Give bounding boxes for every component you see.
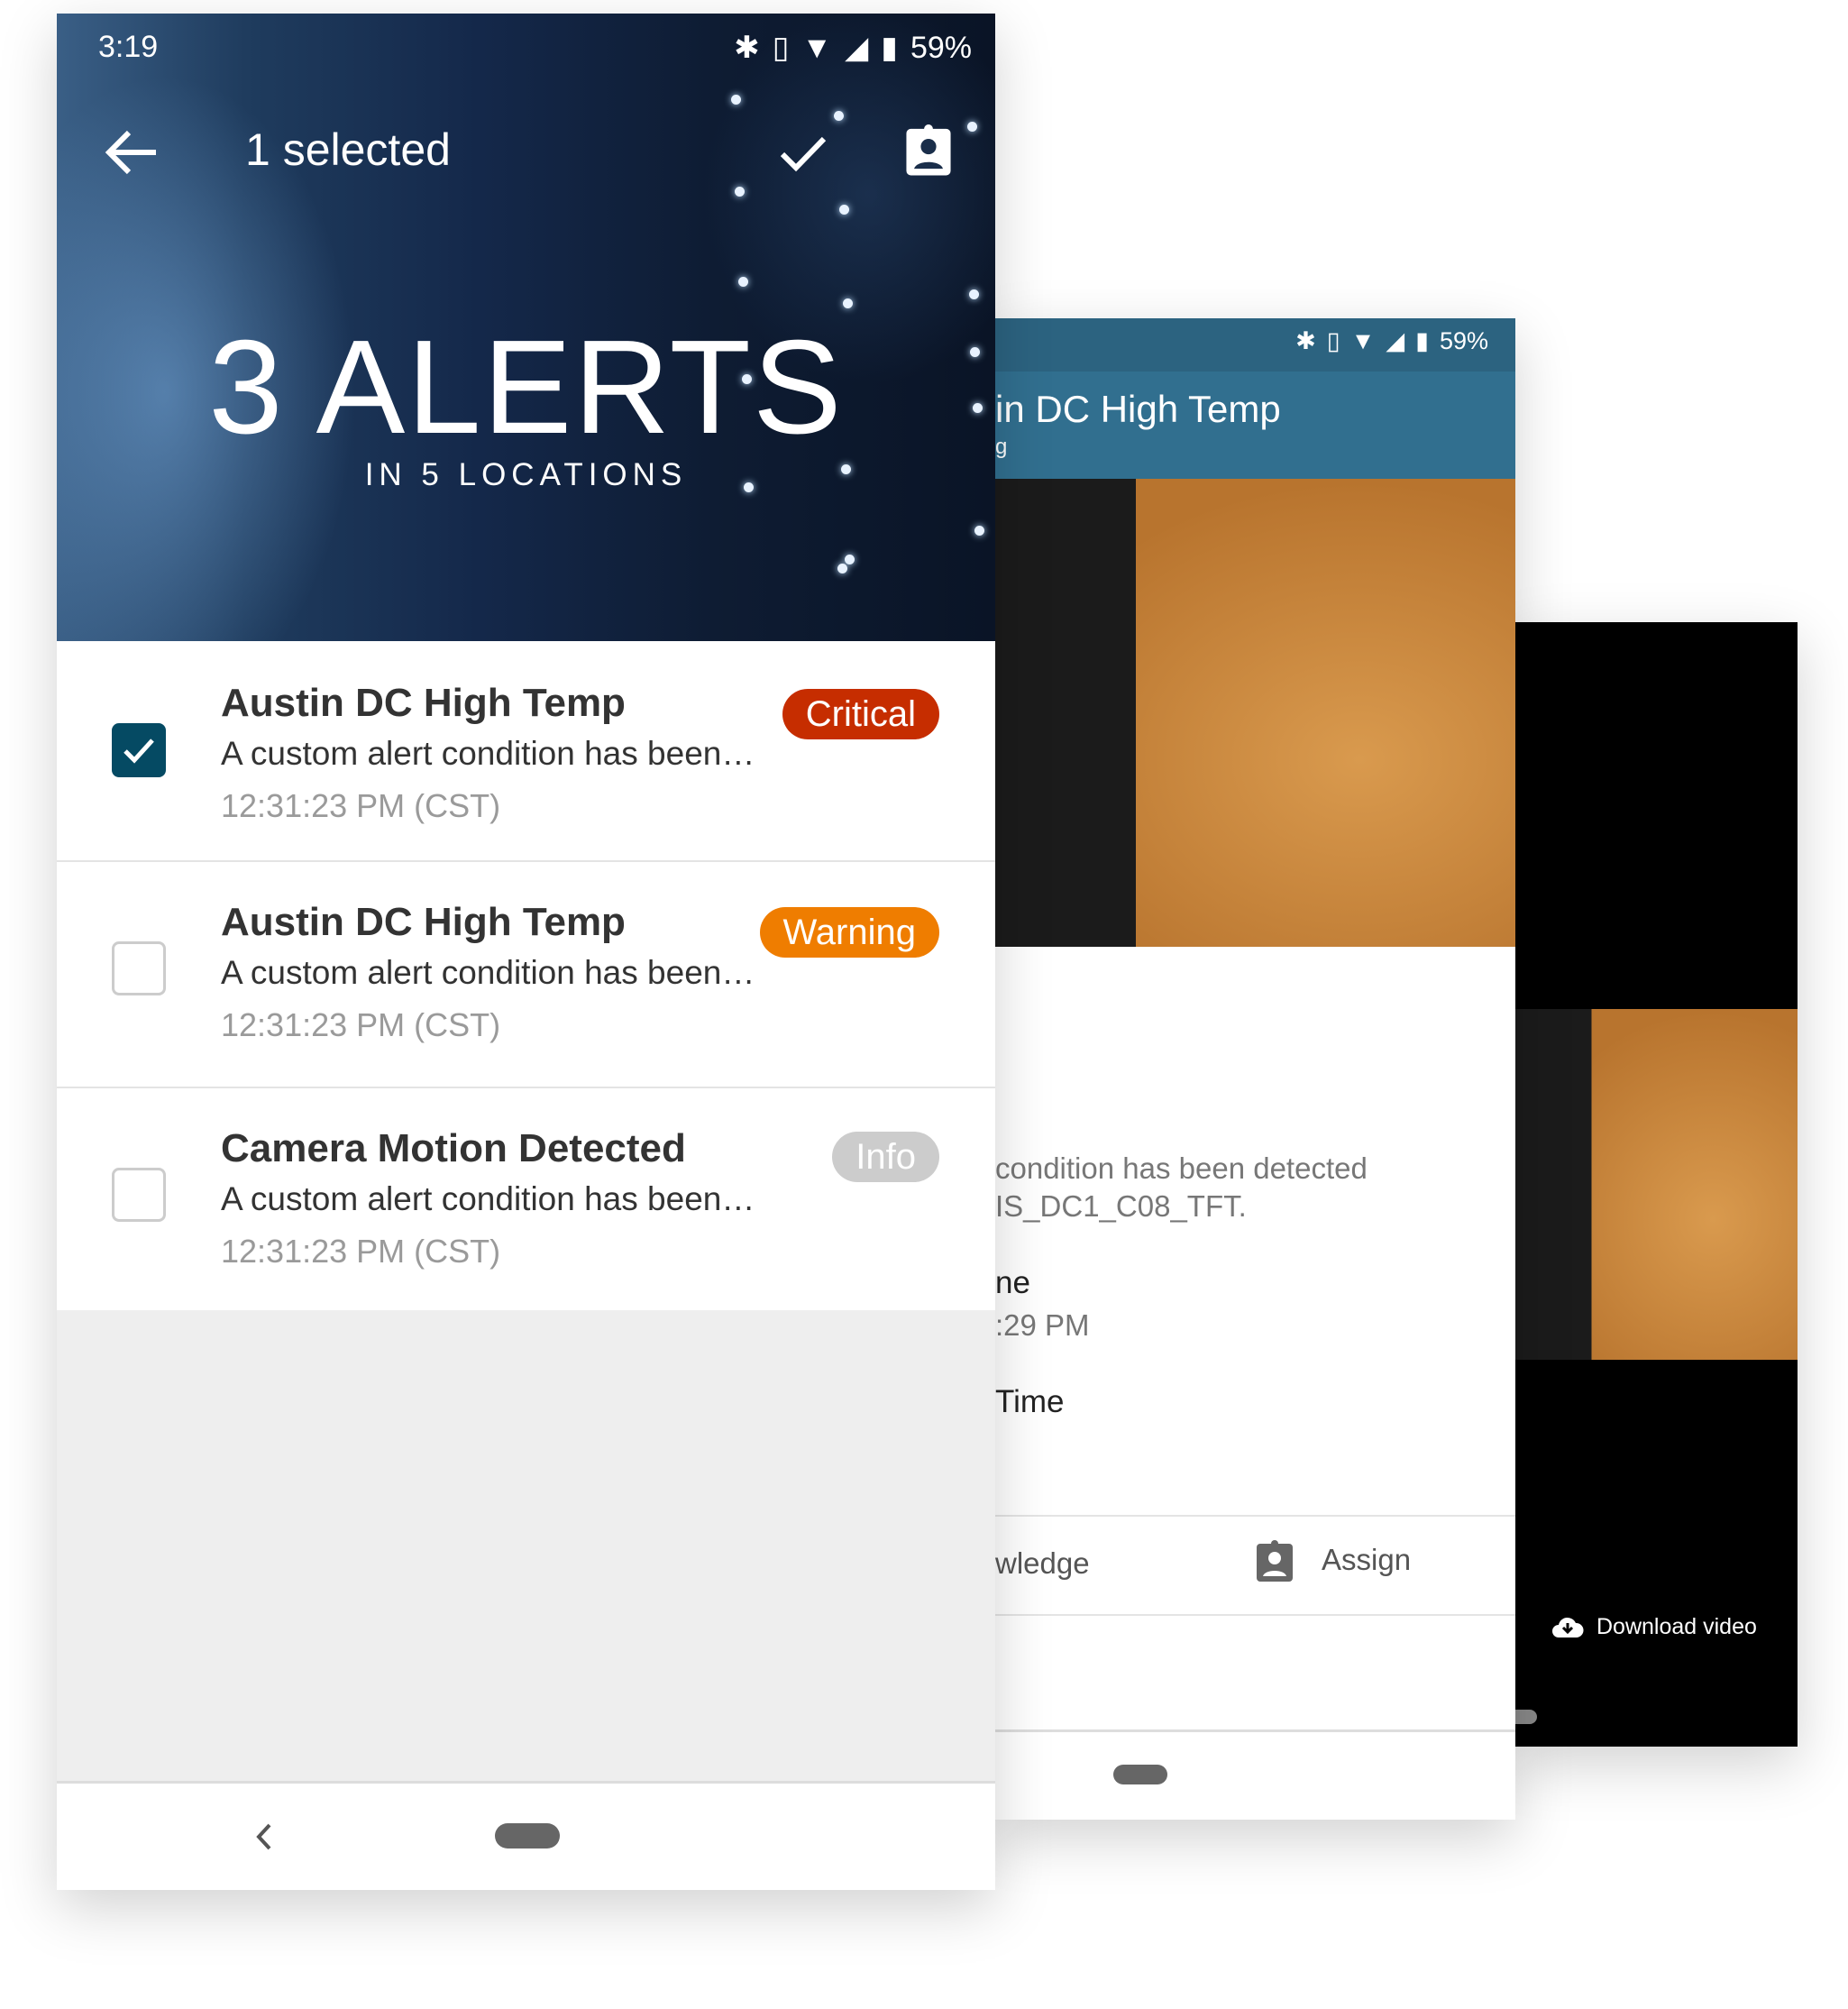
alerts-list-screen: 3:19 ✱ ▯ ▼ ◢ ▮ 59% 1 selected 3 ALERTS I… (57, 14, 995, 1890)
confirm-button[interactable] (779, 134, 828, 177)
detail-label: Time (995, 1384, 1065, 1419)
clipboard-account-icon (906, 124, 951, 176)
assign-label: Assign (1322, 1543, 1412, 1576)
camera-snapshot[interactable] (995, 479, 1515, 947)
selection-count: 1 selected (245, 124, 451, 175)
alert-title: Austin DC High Temp (221, 681, 626, 725)
nav-bar (995, 1729, 1515, 1820)
detail-label: ne (995, 1265, 1030, 1300)
home-pill[interactable] (495, 1823, 560, 1848)
battery-icon: ▮ (881, 31, 898, 65)
battery-icon: ▮ (1415, 327, 1429, 354)
signal-icon: ◢ (1386, 327, 1405, 354)
alert-checkbox[interactable] (112, 1168, 166, 1222)
alert-title: Austin DC High Temp (221, 900, 626, 944)
divider (995, 1614, 1515, 1616)
alert-description: A custom alert condition has been… (221, 954, 755, 991)
location-count: IN 5 LOCATIONS (364, 457, 688, 492)
alert-detail-screen: ✱ ▯ ▼ ◢ ▮ 59% in DC High Temp g conditio… (995, 318, 1515, 1820)
arrow-left-icon (105, 130, 156, 175)
video-screen: Download video (1515, 622, 1798, 1747)
cloud-download-icon (1552, 1617, 1584, 1637)
battery-percent: 59% (1439, 327, 1488, 354)
alert-checkbox[interactable] (112, 723, 166, 777)
assign-button[interactable]: Assign (1255, 1538, 1411, 1582)
nav-back-button[interactable] (253, 1821, 275, 1857)
acknowledge-button[interactable]: wledge (995, 1546, 1090, 1581)
scroll-handle[interactable] (1515, 1710, 1537, 1724)
alert-count: 3 ALERTS (208, 313, 844, 462)
clipboard-account-icon (1257, 1540, 1293, 1582)
bluetooth-icon: ✱ (1295, 327, 1316, 354)
alert-time: 12:31:23 PM (CST) (221, 787, 501, 824)
download-video-button[interactable]: Download video (1551, 1614, 1757, 1640)
alert-row[interactable]: Camera Motion Detected A custom alert co… (57, 1088, 995, 1310)
vibrate-icon: ▯ (772, 31, 790, 65)
app-bar: in DC High Temp g (995, 372, 1515, 479)
alert-row[interactable]: Austin DC High Temp A custom alert condi… (57, 641, 995, 862)
wifi-icon: ▼ (1350, 327, 1376, 354)
alert-time: 12:31:23 PM (CST) (221, 1233, 501, 1270)
alert-subtitle: g (995, 435, 1008, 459)
alert-description: A custom alert condition has been… (221, 735, 755, 772)
alert-checkbox[interactable] (112, 941, 166, 995)
alert-title: in DC High Temp (995, 388, 1281, 430)
alert-source: IS_DC1_C08_TFT. (995, 1189, 1247, 1223)
alert-description: condition has been detected (995, 1151, 1368, 1185)
severity-badge: Critical (782, 689, 939, 739)
back-button[interactable] (104, 129, 160, 180)
severity-badge: Warning (759, 907, 939, 958)
severity-badge: Info (832, 1132, 939, 1182)
signal-icon: ◢ (845, 31, 869, 65)
home-pill[interactable] (1113, 1765, 1167, 1784)
battery-percent: 59% (910, 30, 972, 65)
divider (995, 1515, 1515, 1517)
wifi-icon: ▼ (801, 30, 833, 65)
check-icon (780, 136, 827, 172)
chevron-left-icon (256, 1823, 271, 1850)
alert-description: A custom alert condition has been… (221, 1180, 755, 1217)
vibrate-icon: ▯ (1326, 327, 1340, 354)
assign-button[interactable] (904, 122, 953, 180)
bluetooth-icon: ✱ (734, 31, 760, 65)
check-icon (124, 738, 154, 764)
status-time: 3:19 (98, 30, 159, 64)
download-video-label: Download video (1596, 1614, 1757, 1639)
alert-time: 12:31:23 PM (CST) (221, 1006, 501, 1043)
status-bar: ✱ ▯ ▼ ◢ ▮ 59% (995, 318, 1515, 372)
hero-header: 3:19 ✱ ▯ ▼ ◢ ▮ 59% 1 selected 3 ALERTS I… (57, 14, 995, 641)
detail-value: :29 PM (995, 1308, 1090, 1342)
alert-title: Camera Motion Detected (221, 1126, 686, 1170)
alert-row[interactable]: Austin DC High Temp A custom alert condi… (57, 862, 995, 1088)
camera-snapshot[interactable] (1515, 1009, 1798, 1360)
nav-bar (57, 1781, 995, 1890)
